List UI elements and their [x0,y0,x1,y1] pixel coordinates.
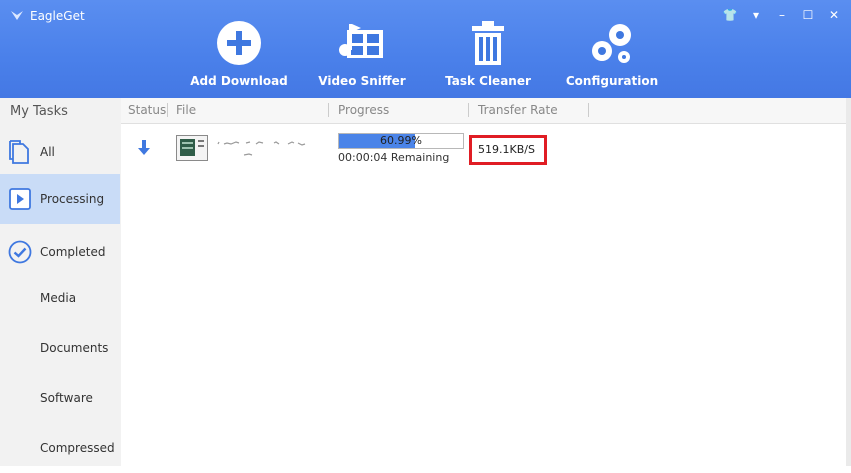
progress-bar: 60.99% [338,133,464,149]
task-list [121,124,851,466]
sidebar-item-completed[interactable]: Completed [0,227,120,277]
sidebar-item-processing[interactable]: Processing [0,174,120,224]
video-sniffer-button[interactable]: Video Sniffer [302,18,422,88]
add-download-icon [217,21,261,65]
checkmark-icon [8,240,32,264]
sidebar-item-label: Media [40,291,77,305]
sidebar-item-label: Documents [40,341,109,355]
add-download-button[interactable]: Add Download [179,18,299,88]
column-divider[interactable] [588,103,589,117]
transfer-rate-value: 519.1KB/S [478,143,535,156]
remaining-time: 00:00:04 Remaining [338,151,450,164]
configuration-button[interactable]: Configuration [552,18,672,88]
column-header: Status File Progress Transfer Rate [121,98,851,124]
column-divider[interactable] [328,103,329,117]
video-sniffer-label: Video Sniffer [318,74,406,88]
task-cleaner-label: Task Cleaner [445,74,531,88]
scrollbar-track[interactable] [846,98,851,466]
transfer-rate-highlight: 519.1KB/S [469,135,547,165]
task-cleaner-button[interactable]: Task Cleaner [428,18,548,88]
sidebar-item-label: All [40,145,55,159]
app-title-text: EagleGet [30,9,85,23]
configuration-label: Configuration [565,74,659,88]
sidebar-item-all[interactable]: All [0,127,120,177]
column-file[interactable]: File [176,103,196,117]
toolbar: EagleGet 👕 ▾ – ☐ ✕ Add Download Video Sn… [0,0,851,99]
gears-icon [592,24,631,63]
video-sniffer-icon [339,24,383,58]
close-icon[interactable]: ✕ [823,6,845,24]
eagleget-logo-icon [11,11,23,20]
sidebar-item-label: Completed [40,245,106,259]
sidebar-item-label: Processing [40,192,105,206]
sidebar-item-label: Compressed [40,441,115,455]
trash-icon [472,21,504,65]
menu-dropdown-icon[interactable]: ▾ [745,6,767,24]
sidebar: My Tasks All Processing Completed Media … [0,98,122,466]
files-icon [9,140,29,164]
maximize-icon[interactable]: ☐ [797,6,819,24]
column-status[interactable]: Status [128,103,166,117]
column-progress[interactable]: Progress [338,103,389,117]
column-divider[interactable] [468,103,469,117]
window-controls: 👕 ▾ – ☐ ✕ [719,6,845,24]
progress-percent-label: 60.99% [380,134,422,147]
minimize-icon[interactable]: – [771,6,793,24]
app-title: EagleGet [10,9,85,23]
file-thumbnail-icon [176,135,208,161]
sidebar-item-label: Software [40,391,93,405]
sidebar-item-media[interactable]: Media [0,273,120,323]
skin-icon[interactable]: 👕 [719,6,741,24]
sidebar-item-software[interactable]: Software [0,373,120,423]
play-icon [9,188,31,210]
file-name-obscured [217,141,306,156]
sidebar-item-documents[interactable]: Documents [0,323,120,373]
add-download-label: Add Download [190,74,288,88]
download-arrow-icon [138,140,150,155]
column-divider[interactable] [167,103,168,117]
sidebar-heading: My Tasks [10,104,68,119]
column-transfer-rate[interactable]: Transfer Rate [478,103,558,117]
